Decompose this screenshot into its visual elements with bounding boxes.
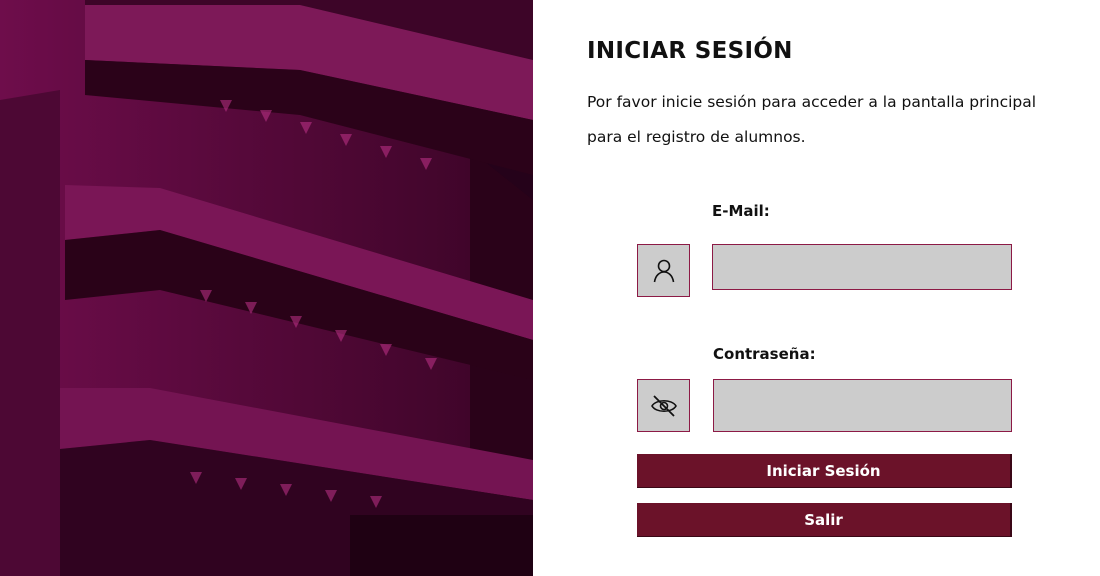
password-visibility-toggle[interactable] — [637, 379, 690, 432]
login-panel: INICIAR SESIÓN Por favor inicie sesión p… — [533, 0, 1100, 576]
eye-off-icon — [650, 394, 677, 417]
building-illustration — [0, 0, 533, 576]
exit-button[interactable]: Salir — [637, 503, 1012, 537]
email-label: E-Mail: — [712, 202, 770, 220]
user-icon — [653, 259, 674, 282]
password-field[interactable] — [713, 379, 1012, 432]
hero-building-image — [0, 0, 533, 576]
password-label: Contraseña: — [713, 345, 816, 363]
intro-text: Por favor inicie sesión para acceder a l… — [587, 93, 1037, 146]
page-title: INICIAR SESIÓN — [587, 38, 793, 64]
login-button[interactable]: Iniciar Sesión — [637, 454, 1012, 488]
email-icon-box — [637, 244, 690, 297]
email-field[interactable] — [712, 244, 1012, 290]
